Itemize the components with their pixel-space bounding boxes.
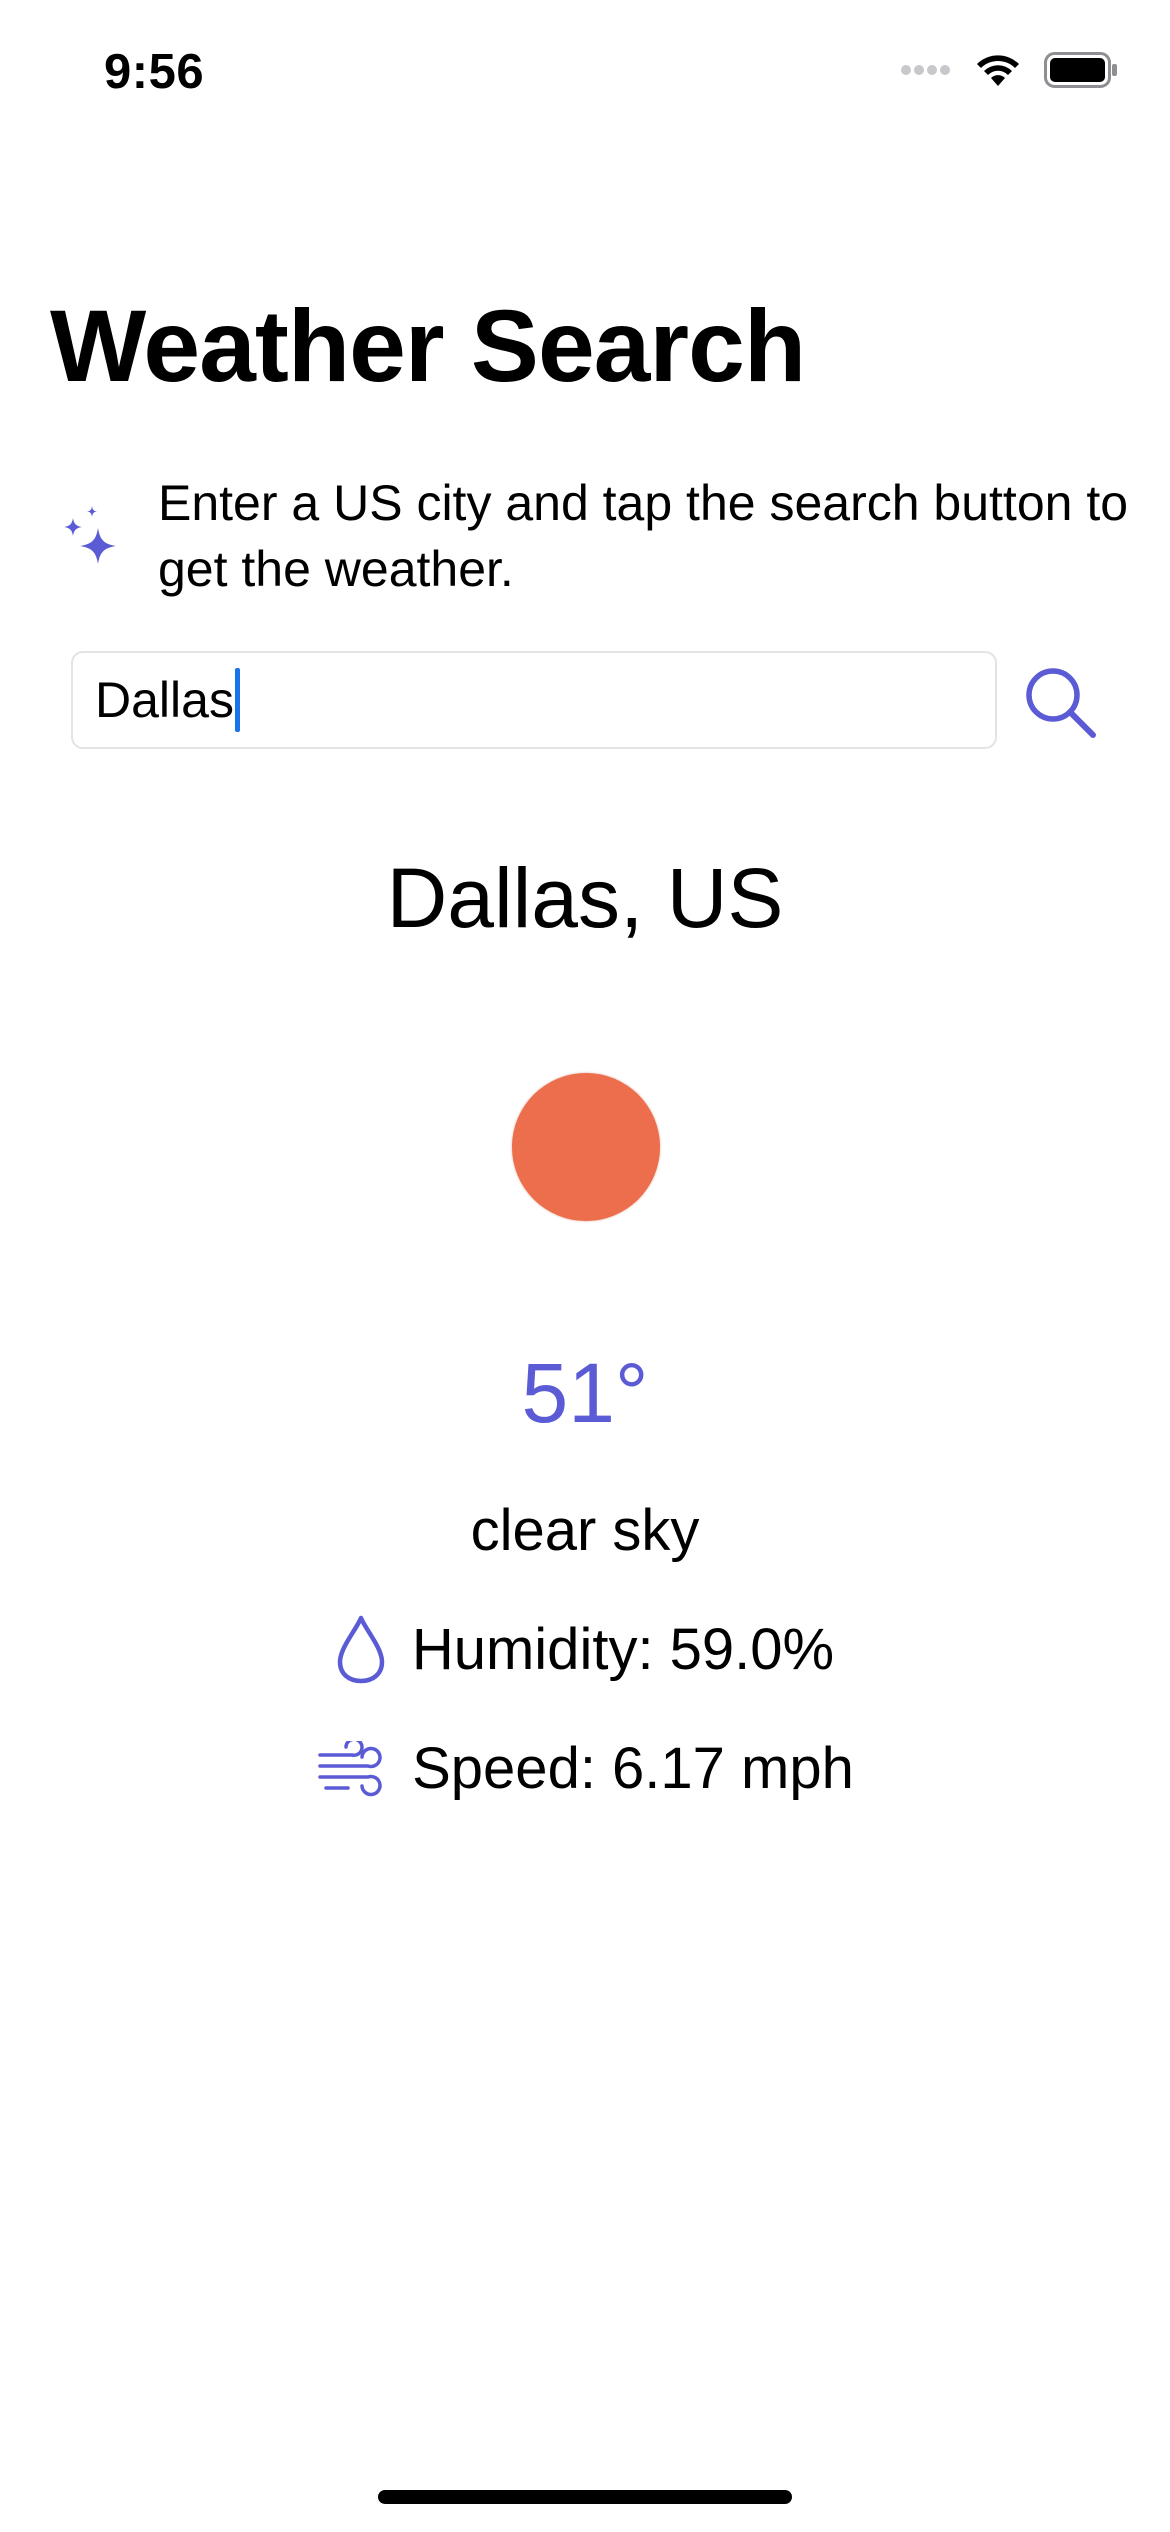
status-icons <box>900 52 1118 88</box>
humidity-row: Humidity: 59.0% <box>0 1614 1170 1684</box>
search-button[interactable] <box>1022 664 1098 740</box>
home-indicator[interactable] <box>378 2490 792 2504</box>
page-title: Weather Search <box>50 289 806 403</box>
battery-icon <box>1044 52 1117 88</box>
status-time: 9:56 <box>104 45 205 99</box>
city-name: Dallas, US <box>386 851 784 945</box>
city-search-input[interactable]: Dallas <box>71 651 997 749</box>
sun-circle-icon <box>512 1073 660 1221</box>
status-bar: 9:56 <box>0 0 1170 150</box>
humidity-label: Humidity: 59.0% <box>411 1616 835 1682</box>
text-cursor <box>234 668 240 732</box>
wifi-icon <box>977 55 1019 86</box>
wind-speed-label: Speed: 6.17 mph <box>412 1736 854 1801</box>
hint-text: Enter a US city and tap the search butto… <box>158 475 1129 597</box>
wind-speed-row: Speed: 6.17 mph <box>0 1735 1170 1802</box>
magnifying-glass-icon <box>1026 668 1096 738</box>
sparkles-icon <box>64 506 116 564</box>
search-input-value: Dallas <box>95 672 234 728</box>
wind-icon <box>318 1740 382 1796</box>
weather-description: clear sky <box>470 1498 700 1563</box>
signal-icon <box>901 65 950 75</box>
temperature: 51° <box>521 1346 649 1440</box>
humidity-drop-icon <box>337 1615 385 1684</box>
